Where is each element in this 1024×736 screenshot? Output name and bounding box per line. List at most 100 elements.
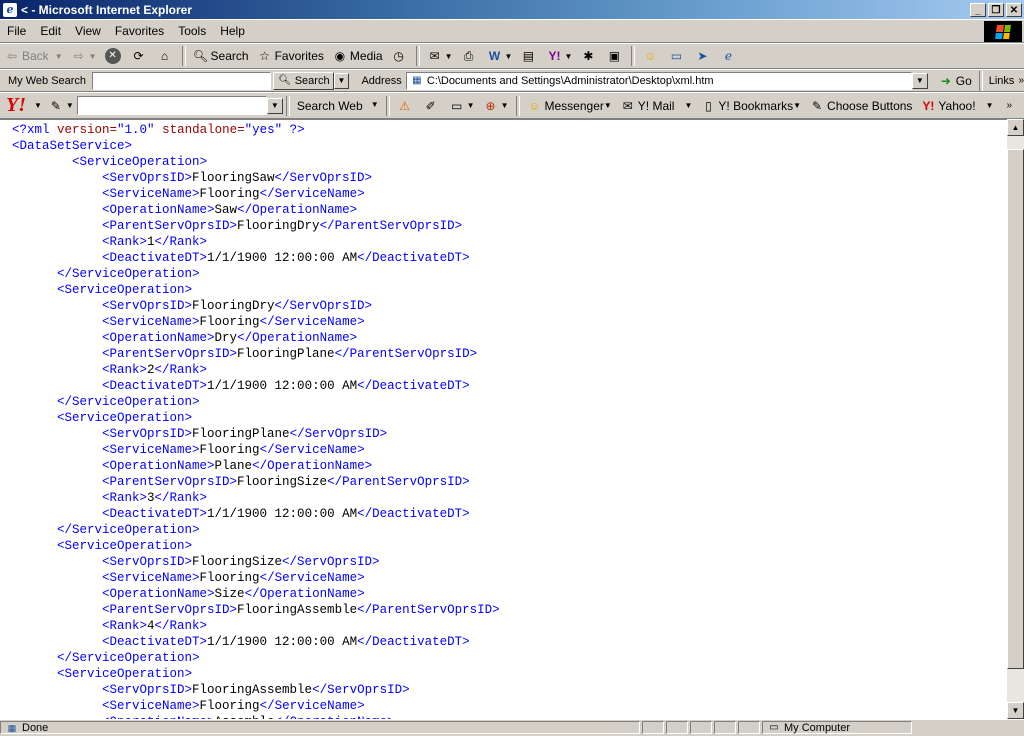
address-dropdown[interactable]: ▼ bbox=[911, 72, 928, 89]
yahoo-logo-dropdown[interactable]: ▼ bbox=[34, 101, 42, 110]
search-button[interactable]: 🔍︎ Search bbox=[189, 45, 253, 67]
menu-edit[interactable]: Edit bbox=[33, 24, 68, 38]
search-web-button[interactable]: Search Web bbox=[293, 95, 367, 117]
xml-element-operationname: <OperationName>Plane</OperationName> bbox=[102, 459, 373, 473]
service-operation-close: </ServiceOperation> bbox=[57, 651, 200, 665]
menu-favorites[interactable]: Favorites bbox=[108, 24, 171, 38]
yahoo-search-input[interactable] bbox=[76, 96, 267, 115]
mail-button[interactable]: ✉ ▼ bbox=[423, 45, 457, 67]
popup-blocker-button[interactable]: ▭ ▼ bbox=[445, 95, 479, 117]
menu-file[interactable]: File bbox=[0, 24, 33, 38]
xml-element-parentservoprsid: <ParentServOprsID>FlooringSize</ParentSe… bbox=[102, 475, 470, 489]
menu-tools[interactable]: Tools bbox=[171, 24, 213, 38]
search-web-dropdown[interactable]: ▼ bbox=[367, 98, 383, 114]
close-button[interactable]: ✕ bbox=[1006, 2, 1022, 17]
mywebsearch-input[interactable] bbox=[92, 71, 271, 90]
messenger-icon: ▣ bbox=[608, 49, 621, 63]
back-dropdown-icon[interactable]: ▼ bbox=[55, 52, 63, 61]
mail-link[interactable]: ✉ Y! Mail ▼ bbox=[616, 95, 697, 117]
antispy-button[interactable]: ⊕ ▼ bbox=[479, 95, 513, 117]
xml-content[interactable]: <?xml version="1.0" standalone="yes" ?> … bbox=[0, 119, 1007, 719]
xml-element-rank: <Rank>2</Rank> bbox=[102, 363, 208, 377]
mail-icon: ✉ bbox=[429, 49, 440, 63]
xml-element-servoprsid: <ServOprsID>FlooringAssemble</ServOprsID… bbox=[102, 683, 410, 697]
back-arrow-icon: ⇦ bbox=[6, 49, 18, 63]
forward-arrow-icon: ⇨ bbox=[73, 49, 84, 63]
research-icon: ✱ bbox=[583, 49, 594, 63]
xml-element-servoprsid: <ServOprsID>FlooringSize</ServOprsID> bbox=[102, 555, 380, 569]
links-button[interactable]: Links bbox=[989, 75, 1015, 87]
refresh-button[interactable]: ⟳ bbox=[127, 45, 153, 67]
maximize-button[interactable]: ❐ bbox=[988, 2, 1004, 17]
media-button[interactable]: ◉ Media bbox=[328, 45, 387, 67]
messenger-smiley-icon: ☺ bbox=[528, 98, 541, 113]
mywebsearch-dropdown[interactable]: ▼ bbox=[333, 72, 350, 89]
smiley-button[interactable]: ☺ bbox=[638, 45, 664, 67]
yahoo-messenger-button[interactable]: Y! ▼ bbox=[542, 45, 576, 67]
bookmarks-icon: ▯ bbox=[705, 98, 712, 113]
history-button[interactable]: ◷ bbox=[387, 45, 413, 67]
cursor-button[interactable]: ➤ bbox=[690, 45, 716, 67]
forward-button[interactable]: ⇨ ▼ bbox=[67, 45, 101, 67]
go-button[interactable]: ➜ Go bbox=[934, 70, 976, 92]
yahoo-icon: Y! bbox=[922, 98, 935, 113]
stop-icon: ✕ bbox=[104, 48, 121, 64]
yahoo-search-dropdown[interactable]: ▼ bbox=[266, 97, 283, 114]
monitor-button[interactable]: ▭ bbox=[664, 45, 690, 67]
research-button[interactable]: ✱ bbox=[576, 45, 602, 67]
minimize-button[interactable]: _ bbox=[970, 2, 986, 17]
address-bar: My Web Search 🔍︎ Search ▼ Address ▦ C:\Do… bbox=[0, 69, 1024, 92]
back-button[interactable]: ⇦ Back ▼ bbox=[0, 45, 67, 67]
menu-help[interactable]: Help bbox=[213, 24, 252, 38]
alert-button[interactable]: ⚠ bbox=[393, 95, 419, 117]
home-button[interactable]: ⌂ bbox=[153, 45, 179, 67]
favorites-star-icon: ☆ bbox=[259, 49, 270, 63]
xml-element-deactivatedt: <DeactivateDT>1/1/1900 12:00:00 AM</Deac… bbox=[102, 379, 470, 393]
scroll-thumb[interactable] bbox=[1007, 149, 1024, 669]
print-icon: ⎙ bbox=[463, 49, 474, 63]
forward-dropdown-icon[interactable]: ▼ bbox=[89, 52, 97, 61]
edit-button[interactable]: W ▼ bbox=[483, 45, 517, 67]
xml-element-operationname: <OperationName>Saw</OperationName> bbox=[102, 203, 358, 217]
service-operation-open: <ServiceOperation> bbox=[72, 155, 208, 169]
highlighter-icon: ✐ bbox=[425, 98, 436, 113]
status-bar: ▦ Done ▭ My Computer bbox=[0, 719, 1024, 735]
scroll-down-button[interactable]: ▼ bbox=[1007, 702, 1024, 719]
windows-logo-icon bbox=[984, 21, 1022, 42]
menu-bar: File Edit View Favorites Tools Help bbox=[0, 19, 1024, 43]
vertical-scrollbar[interactable]: ▲ ▼ bbox=[1007, 119, 1024, 719]
favorites-button[interactable]: ☆ Favorites bbox=[253, 45, 328, 67]
highlight-button[interactable]: ✐ bbox=[419, 95, 445, 117]
pencil-icon[interactable]: ✎ bbox=[48, 98, 64, 114]
ie-button[interactable]: e bbox=[716, 45, 742, 67]
monitor-icon: ▭ bbox=[670, 49, 683, 63]
xml-element-rank: <Rank>4</Rank> bbox=[102, 619, 208, 633]
print-button[interactable]: ⎙ bbox=[457, 45, 483, 67]
xml-root-open: <DataSetService> bbox=[12, 139, 133, 153]
pointer-icon: ➤ bbox=[697, 49, 708, 63]
menu-view[interactable]: View bbox=[68, 24, 108, 38]
address-input[interactable]: ▦ C:\Documents and Settings\Administrato… bbox=[405, 71, 912, 90]
service-operation-open: <ServiceOperation> bbox=[57, 667, 193, 681]
service-operation-open: <ServiceOperation> bbox=[57, 411, 193, 425]
choose-buttons-link[interactable]: ✎ Choose Buttons bbox=[805, 95, 916, 117]
stop-button[interactable]: ✕ bbox=[101, 45, 127, 67]
yahoo-home-link[interactable]: Y! Yahoo! ▼ bbox=[916, 95, 997, 117]
bookmarks-menu[interactable]: ▯ Y! Bookmarks ▼ bbox=[696, 95, 805, 117]
yahoo-chevron-icon[interactable]: » bbox=[1006, 100, 1012, 111]
refresh-icon: ⟳ bbox=[133, 49, 144, 63]
xml-tree: <?xml version="1.0" standalone="yes" ?> … bbox=[0, 120, 1007, 719]
page-icon: ▦ bbox=[412, 74, 422, 86]
scroll-up-button[interactable]: ▲ bbox=[1007, 119, 1024, 136]
messenger-menu[interactable]: ☺ Messenger ▼ bbox=[523, 95, 616, 117]
links-chevron-icon[interactable]: » bbox=[1018, 75, 1024, 86]
discuss-button[interactable]: ▤ bbox=[516, 45, 542, 67]
xml-element-rank: <Rank>3</Rank> bbox=[102, 491, 208, 505]
service-operation-open: <ServiceOperation> bbox=[57, 283, 193, 297]
xml-element-parentservoprsid: <ParentServOprsID>FlooringPlane</ParentS… bbox=[102, 347, 478, 361]
xml-element-servoprsid: <ServOprsID>FlooringSaw</ServOprsID> bbox=[102, 171, 373, 185]
mywebsearch-button[interactable]: 🔍︎ Search bbox=[272, 71, 334, 90]
yahoo-logo[interactable]: Y! bbox=[6, 94, 26, 117]
service-operation-close: </ServiceOperation> bbox=[57, 395, 200, 409]
messenger-button[interactable]: ▣ bbox=[602, 45, 628, 67]
